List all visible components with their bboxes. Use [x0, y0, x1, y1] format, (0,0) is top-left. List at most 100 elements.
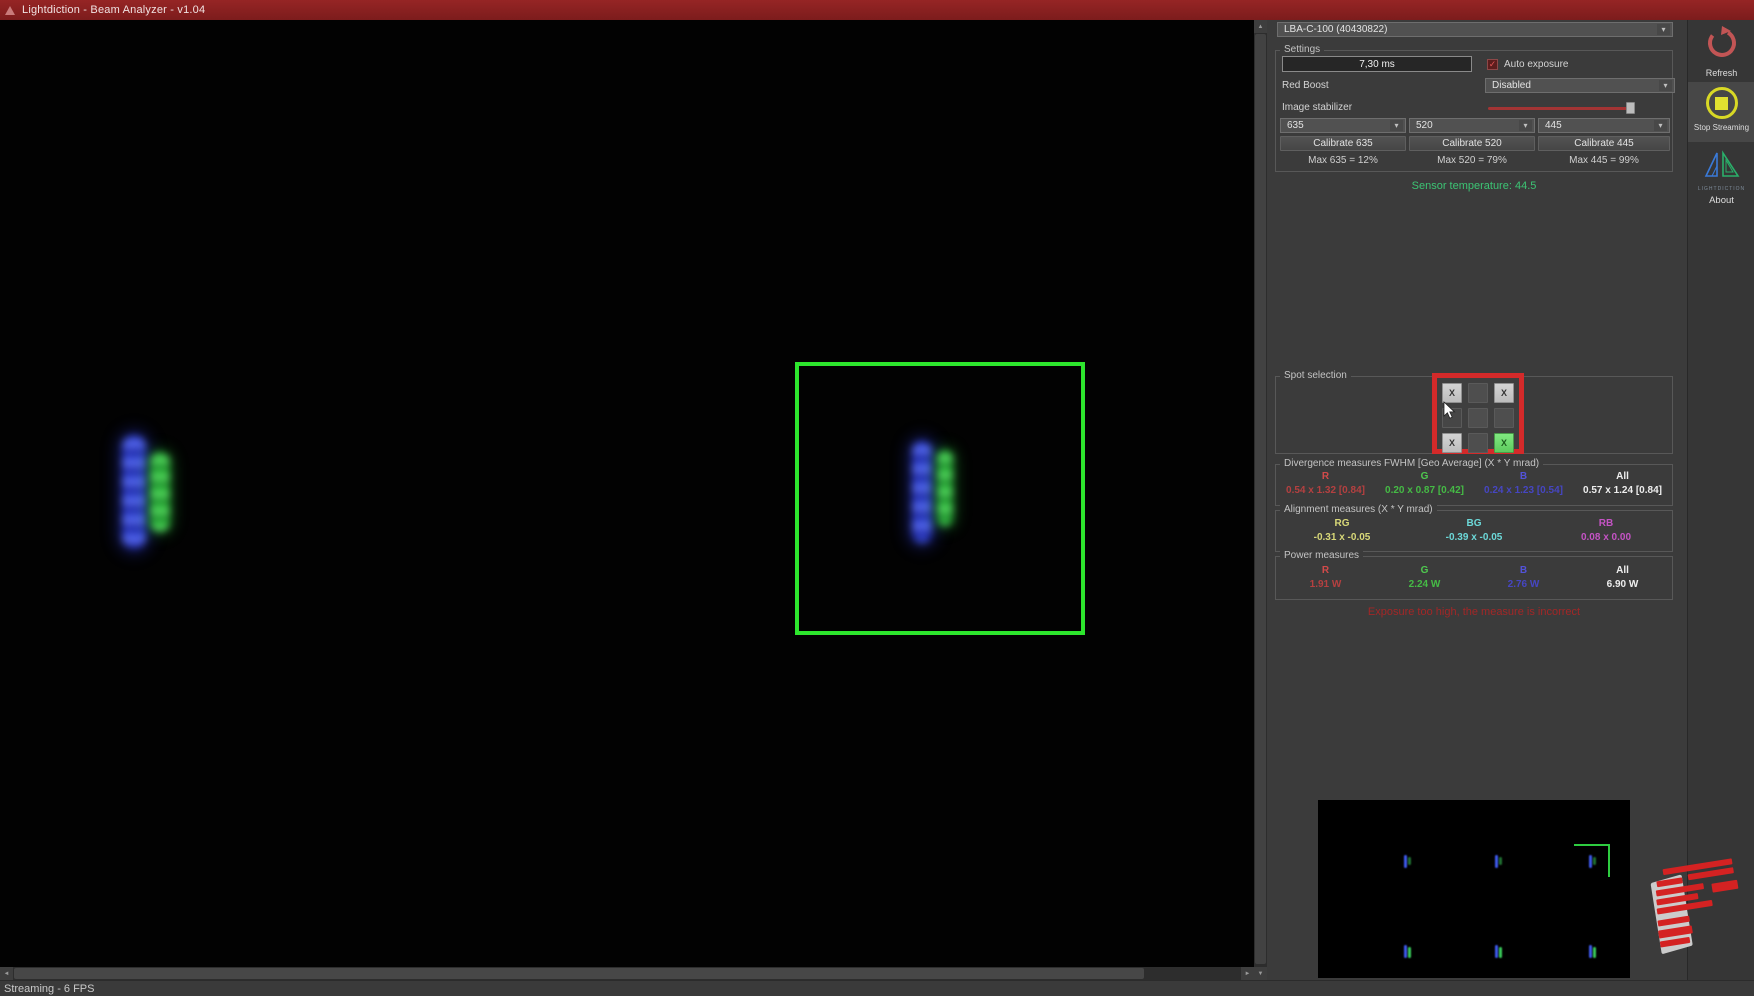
- refresh-icon: [1705, 26, 1739, 60]
- power-value-b: 2.76 W: [1474, 579, 1573, 590]
- preview-spot: [1495, 855, 1505, 871]
- image-stabilizer-label: Image stabilizer: [1282, 102, 1352, 113]
- preview-spot: [1589, 945, 1599, 961]
- spot-cell-6[interactable]: X: [1442, 433, 1462, 453]
- calibrate-520-button[interactable]: Calibrate 520: [1409, 136, 1535, 151]
- title-bar: Lightdiction - Beam Analyzer - v1.04: [0, 0, 1754, 20]
- chevron-down-icon: ▾: [1654, 120, 1667, 131]
- alignment-header-rb: RB: [1540, 518, 1672, 529]
- divergence-header-b: B: [1474, 471, 1573, 482]
- scroll-up-icon[interactable]: ▲: [1254, 20, 1267, 33]
- calibrate-635-button[interactable]: Calibrate 635: [1280, 136, 1406, 151]
- divergence-header-r: R: [1276, 471, 1375, 482]
- window-title: Lightdiction - Beam Analyzer - v1.04: [22, 4, 205, 16]
- status-bar: Streaming - 6 FPS: [0, 980, 1754, 996]
- device-dropdown-value: LBA-C-100 (40430822): [1284, 24, 1387, 35]
- calibrate-445-button[interactable]: Calibrate 445: [1538, 136, 1670, 151]
- preview-spot: [1495, 945, 1505, 961]
- beam-spot-green-center: [937, 450, 953, 526]
- divergence-group: Divergence measures FWHM [Geo Average] (…: [1275, 464, 1673, 506]
- alignment-group: Alignment measures (X * Y mrad) RG BG RB…: [1275, 510, 1673, 552]
- stop-streaming-label: Stop Streaming: [1688, 123, 1754, 132]
- refresh-button[interactable]: Refresh: [1688, 24, 1754, 78]
- auto-exposure-checkbox[interactable]: ✓: [1487, 59, 1498, 70]
- power-group: Power measures R G B All 1.91 W 2.24 W 2…: [1275, 556, 1673, 600]
- wavelength-value: 635: [1287, 120, 1304, 131]
- sensor-temperature-label: Sensor temperature: 44.5: [1275, 180, 1673, 192]
- power-group-label: Power measures: [1280, 550, 1363, 561]
- power-value-g: 2.24 W: [1375, 579, 1474, 590]
- device-dropdown[interactable]: LBA-C-100 (40430822) ▾: [1277, 22, 1673, 37]
- app-icon: [5, 6, 15, 15]
- horizontal-scroll-thumb[interactable]: [14, 968, 1144, 979]
- horizontal-scrollbar[interactable]: ◄ ►: [0, 967, 1254, 980]
- wavelength-value: 445: [1545, 120, 1562, 131]
- max-520-label: Max 520 = 79%: [1409, 155, 1535, 166]
- lightdiction-logo-text: LIGHTDICTION: [1688, 186, 1754, 192]
- stop-icon: [1706, 87, 1738, 119]
- power-value-all: 6.90 W: [1573, 579, 1672, 590]
- chevron-down-icon: ▾: [1519, 120, 1532, 131]
- spot-cell-7[interactable]: [1468, 433, 1488, 453]
- divergence-header-g: G: [1375, 471, 1474, 482]
- image-stabilizer-slider[interactable]: [1488, 107, 1634, 110]
- vertical-scroll-thumb[interactable]: [1255, 34, 1266, 964]
- chevron-down-icon: ▾: [1659, 80, 1672, 91]
- spot-cell-0[interactable]: X: [1442, 383, 1462, 403]
- divergence-value-b: 0.24 x 1.23 [0.54]: [1474, 485, 1573, 496]
- settings-group: Settings 7,30 ms ✓ Auto exposure Red Boo…: [1275, 50, 1673, 172]
- scroll-left-icon[interactable]: ◄: [0, 967, 13, 980]
- spot-selection-label: Spot selection: [1280, 370, 1351, 381]
- alignment-group-label: Alignment measures (X * Y mrad): [1280, 504, 1437, 515]
- beam-spot-green-left: [150, 452, 170, 532]
- power-header-r: R: [1276, 565, 1375, 576]
- spot-cell-2[interactable]: X: [1494, 383, 1514, 403]
- power-header-b: B: [1474, 565, 1573, 576]
- settings-group-label: Settings: [1280, 44, 1324, 55]
- about-label: About: [1688, 195, 1754, 206]
- spot-cell-5[interactable]: [1494, 408, 1514, 428]
- exposure-time-field[interactable]: 7,30 ms: [1282, 56, 1472, 72]
- wavelength-dropdown-445[interactable]: 445 ▾: [1538, 118, 1670, 133]
- wavelength-dropdown-635[interactable]: 635 ▾: [1280, 118, 1406, 133]
- wavelength-dropdown-520[interactable]: 520 ▾: [1409, 118, 1535, 133]
- divergence-header-all: All: [1573, 471, 1672, 482]
- alignment-header-bg: BG: [1408, 518, 1540, 529]
- red-boost-value: Disabled: [1492, 80, 1531, 91]
- preview-spot: [1404, 945, 1414, 961]
- status-text: Streaming - 6 FPS: [4, 983, 94, 995]
- overview-preview: [1318, 800, 1630, 978]
- mouse-cursor-icon: [1443, 401, 1456, 420]
- spot-cell-4[interactable]: [1468, 408, 1488, 428]
- spot-cell-1[interactable]: [1468, 383, 1488, 403]
- stop-streaming-button[interactable]: Stop Streaming: [1688, 82, 1754, 142]
- camera-viewport: [0, 20, 1254, 967]
- scroll-down-icon[interactable]: ▼: [1254, 967, 1267, 980]
- alignment-value-bg: -0.39 x -0.05: [1408, 532, 1540, 543]
- settings-panel: LBA-C-100 (40430822) ▾ Settings 7,30 ms …: [1267, 20, 1754, 980]
- chevron-down-icon: ▾: [1657, 24, 1670, 35]
- divergence-value-g: 0.20 x 0.87 [0.42]: [1375, 485, 1474, 496]
- vertical-scrollbar[interactable]: ▲ ▼: [1254, 20, 1267, 980]
- red-boost-dropdown[interactable]: Disabled ▾: [1485, 78, 1675, 93]
- wavelength-value: 520: [1416, 120, 1433, 131]
- image-stabilizer-handle[interactable]: [1626, 102, 1635, 114]
- about-button[interactable]: LIGHTDICTION About: [1688, 148, 1754, 228]
- exposure-warning-text: Exposure too high, the measure is incorr…: [1275, 606, 1673, 618]
- power-value-r: 1.91 W: [1276, 579, 1375, 590]
- beam-spot-blue-left: [122, 435, 146, 549]
- preview-selection-bracket: [1574, 844, 1610, 846]
- divergence-value-r: 0.54 x 1.32 [0.84]: [1276, 485, 1375, 496]
- alignment-value-rg: -0.31 x -0.05: [1276, 532, 1408, 543]
- lightdiction-logo-icon: [1702, 150, 1742, 180]
- spot-cell-8[interactable]: X: [1494, 433, 1514, 453]
- side-button-strip: Refresh Stop Streaming LIGHTDICTION Abou…: [1687, 20, 1754, 980]
- auto-exposure-label: Auto exposure: [1504, 59, 1569, 70]
- scroll-right-icon[interactable]: ►: [1241, 967, 1254, 980]
- red-boost-label: Red Boost: [1282, 80, 1329, 91]
- alignment-header-rg: RG: [1276, 518, 1408, 529]
- power-header-all: All: [1573, 565, 1672, 576]
- alignment-value-rb: 0.08 x 0.00: [1540, 532, 1672, 543]
- preview-spot: [1589, 855, 1599, 871]
- lightdiction-stripes-logo: [1646, 855, 1751, 960]
